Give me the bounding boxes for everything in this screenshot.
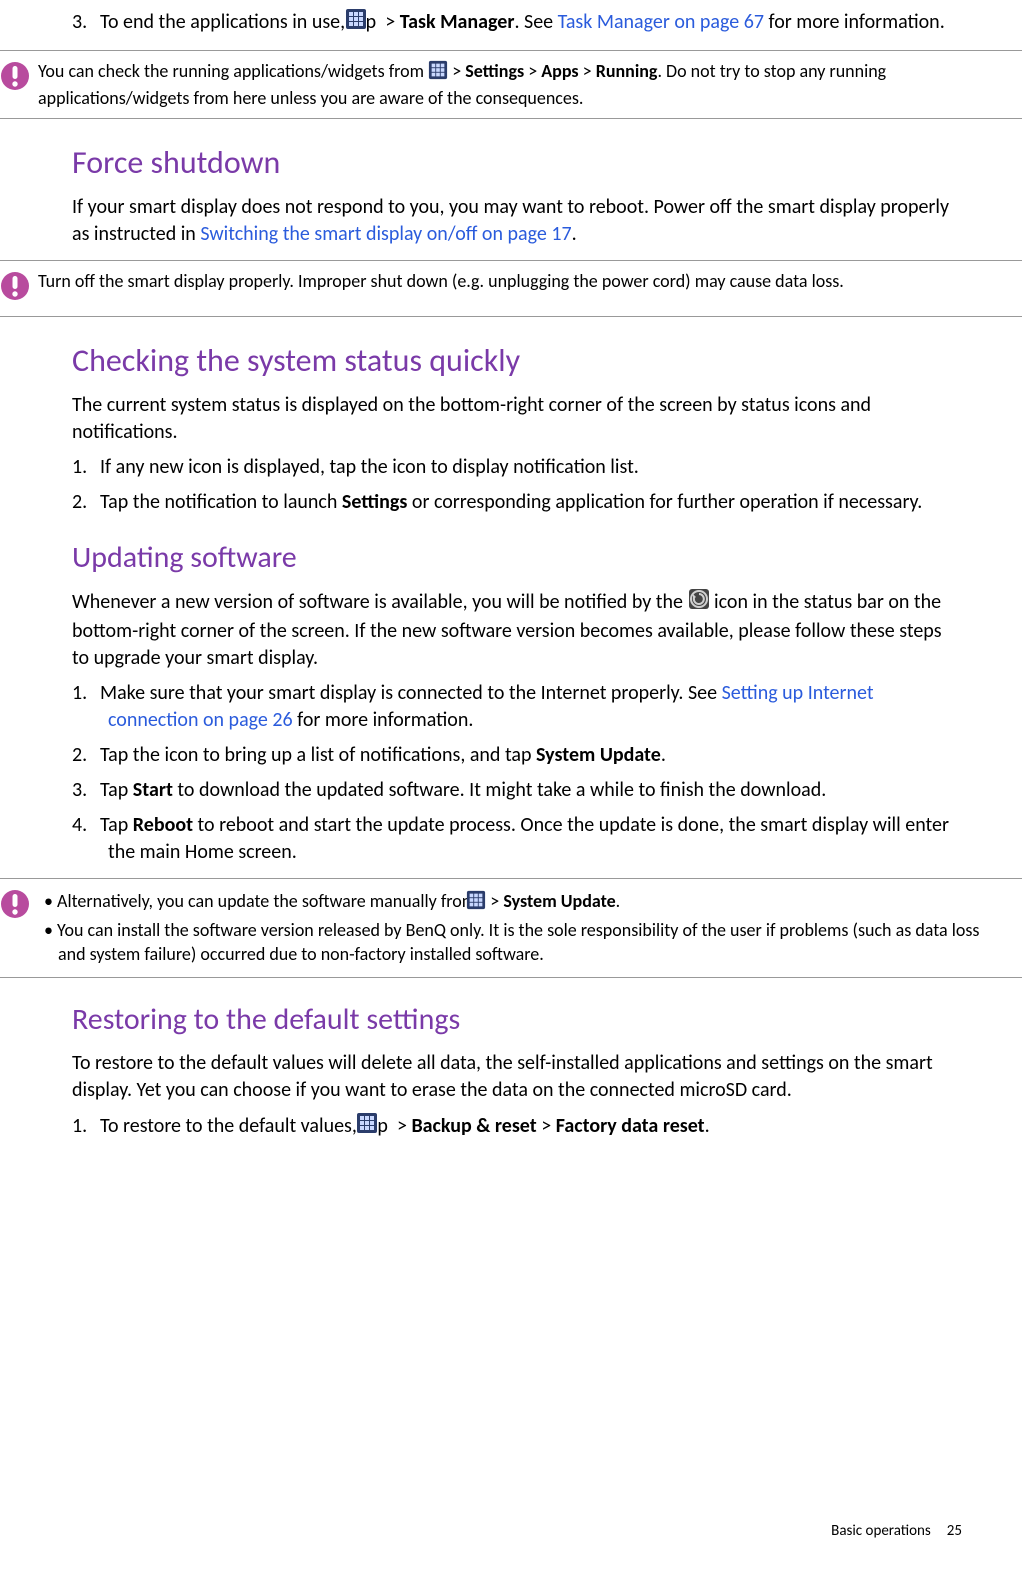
updating-step4: 4.Tap Reboot to reboot and start the upd…: [72, 812, 956, 866]
page-number: 25: [947, 1522, 962, 1540]
switching-on-off-link[interactable]: Switching the smart display on/off on pa…: [200, 222, 571, 246]
task-manager-link[interactable]: Task Manager on page 67: [558, 10, 764, 34]
force-shutdown-body: If your smart display does not respond t…: [72, 194, 956, 248]
page-footer: Basic operations 25: [831, 1521, 962, 1541]
updating-step3: 3.Tap Start to download the updated soft…: [72, 777, 956, 804]
updating-software-body: Whenever a new version of software is av…: [72, 588, 956, 672]
updating-step2: 2.Tap the icon to bring up a list of not…: [72, 742, 956, 769]
updating-step1: 1.Make sure that your smart display is c…: [72, 680, 956, 734]
restoring-defaults-body: To restore to the default values will de…: [72, 1050, 956, 1104]
alert-icon: [0, 61, 30, 97]
alert-icon: [0, 889, 30, 925]
update-icon: [688, 588, 710, 618]
restoring-step1: 1.To restore to the default values, tap …: [72, 1112, 956, 1142]
restoring-defaults-heading: Restoring to the default settings: [72, 1000, 956, 1041]
force-shutdown-heading: Force shutdown: [72, 141, 956, 184]
step3-end-apps: 3.To end the applications in use, tap > …: [72, 8, 956, 38]
checking-status-heading: Checking the system status quickly: [72, 339, 956, 382]
alert-icon: [0, 271, 30, 307]
checking-step2: 2.Tap the notification to launch Setting…: [72, 489, 956, 516]
apps-grid-icon: [428, 60, 448, 86]
checking-status-body: The current system status is displayed o…: [72, 392, 956, 446]
callout-running-apps: You can check the running applications/w…: [0, 50, 1022, 119]
callout-manual-update: • Alternatively, you can update the soft…: [0, 878, 1022, 977]
section-name: Basic operations: [831, 1522, 931, 1540]
updating-software-heading: Updating software: [72, 538, 956, 579]
checking-step1: 1.If any new icon is displayed, tap the …: [72, 454, 956, 481]
callout-improper-shutdown: Turn off the smart display properly. Imp…: [0, 260, 1022, 316]
